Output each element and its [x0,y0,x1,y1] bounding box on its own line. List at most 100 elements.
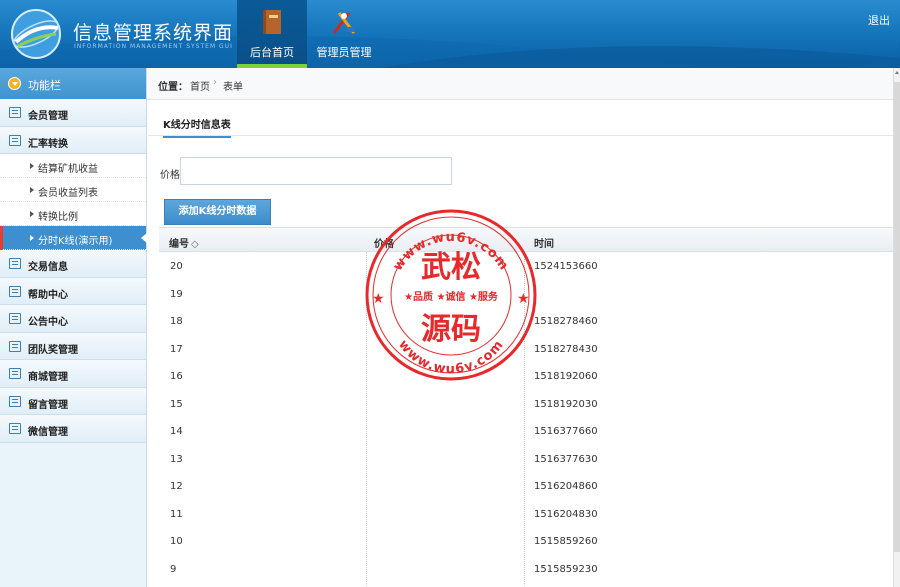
caret-right-icon [30,235,34,241]
cell-id: 16 [170,371,183,382]
sidebar-item-label: 交易信息 [28,262,68,273]
cell-time: 1516377660 [534,426,598,437]
sidebar-item-label: 微信管理 [28,427,68,438]
submenu-item-label: 结算矿机收益 [38,164,98,175]
chat-icon [9,423,21,434]
sidebar-item-label: 帮助中心 [28,289,68,301]
app-title: 信息管理系统界面 [73,22,234,44]
cell-time: 1518192030 [534,398,598,410]
column-header-id-label: 编号 [169,239,189,250]
watermark-star-left: ★ [372,291,385,307]
sidebar-item-notice[interactable]: 公告中心 [0,305,146,333]
scroll-up-icon[interactable] [895,71,899,74]
cell-id: 19 [170,288,183,300]
table-row: 10 1515859260 [159,527,893,555]
sidebar-item-label: 团队奖管理 [28,344,78,356]
watermark-name-bottom: 源码 [421,312,481,347]
cell-time: 1518192060 [534,371,598,382]
sidebar-item-exchange[interactable]: 汇率转换 [0,126,146,154]
submenu-item-label: 转换比例 [38,212,78,223]
top-header: 信息管理系统界面 INFORMATION MANAGEMENT SYSTEM G… [0,0,900,68]
cell-id: 9 [170,563,177,575]
price-label: 价格 [160,170,180,181]
sidebar-item-label: 汇率转换 [28,138,68,150]
table-row: 13 1516377630 [159,445,893,473]
table-row: 12 1516204860 [159,472,893,500]
nav-home-label: 后台首页 [250,46,294,59]
page-scrollbar[interactable] [893,68,900,587]
breadcrumb-home-link[interactable]: 首页 [190,78,210,93]
sidebar-item-label: 商城管理 [28,372,68,383]
cell-time: 1518278460 [534,316,598,327]
cell-id: 17 [170,343,183,355]
globe-logo-icon [11,9,61,59]
edit-icon [9,395,21,407]
list-icon [9,258,21,269]
top-nav: 后台首页 管理员管理 [237,0,381,68]
scrollbar-thumb[interactable] [894,82,900,552]
watermark-stamp: www.wu6v.com www.wu6v.com 武松 ★品质 ★诚信 ★服务… [365,209,537,381]
table-row: 11 1516204830 [159,500,893,528]
caret-right-icon [30,163,34,169]
book-icon [263,10,281,34]
add-kline-button[interactable]: 添加K线分时数据 [164,199,271,225]
sidebar-item-messages[interactable]: 留言管理 [0,387,146,415]
caret-right-icon [30,211,34,217]
logout-link[interactable]: 退出 [868,12,890,28]
tab-kline-table[interactable]: K线分时信息表 [163,116,231,138]
sidebar-item-label: 留言管理 [28,399,68,411]
caret-right-icon [30,187,34,193]
nav-admin-label: 管理员管理 [316,46,372,59]
edit-icon [9,285,21,297]
cell-time: 1516204860 [534,481,598,492]
submenu-item-settle[interactable]: 结算矿机收益 [0,154,146,178]
submenu-item-ratio[interactable]: 转换比例 [0,202,146,226]
cell-id: 11 [170,508,183,520]
list-icon [9,107,21,118]
submenu-item-kline[interactable]: 分时K线(演示用) [0,226,147,250]
sidebar-item-member[interactable]: 会员管理 [0,99,146,127]
table-row: 9 1515859230 [159,555,893,583]
submenu-item-income-list[interactable]: 会员收益列表 [0,178,146,202]
nav-admin[interactable]: 管理员管理 [307,0,381,68]
tab-bar: K线分时信息表 [148,112,893,138]
cell-time: 1515859230 [534,563,598,575]
sidebar-item-help[interactable]: 帮助中心 [0,277,146,305]
column-header-id[interactable]: 编号 ◇ [169,235,199,250]
app-subtitle: INFORMATION MANAGEMENT SYSTEM GUI [74,43,233,50]
submenu-item-label: 会员收益列表 [38,188,98,199]
sidebar-item-trade[interactable]: 交易信息 [0,250,146,278]
table-row: 15 1518192030 [159,390,893,418]
watermark-slogan: ★品质 ★诚信 ★服务 [404,290,499,303]
sidebar-item-mall[interactable]: 商城管理 [0,360,146,388]
nav-home[interactable]: 后台首页 [237,0,307,68]
price-input[interactable] [180,157,452,185]
breadcrumb-current: 表单 [223,82,243,93]
calendar-icon [9,340,21,352]
cell-id: 10 [170,536,183,547]
sidebar-header[interactable]: 功能栏 [0,68,146,99]
table-row: 14 1516377660 [159,417,893,445]
sidebar-item-wechat[interactable]: 微信管理 [0,415,146,443]
cell-time: 1518278430 [534,343,598,355]
breadcrumb-location-label: 位置： [158,82,188,93]
edit-icon [9,313,21,324]
chat-icon [9,134,21,146]
breadcrumb: 位置： 首页 › 表单 [148,68,893,100]
cell-time: 1516204830 [534,508,598,520]
sidebar-header-label: 功能栏 [28,79,61,92]
watermark-star-right: ★ [517,291,530,307]
cell-id: 20 [170,261,183,272]
sidebar-item-label: 会员管理 [28,111,68,122]
cell-id: 18 [170,316,183,327]
cell-time: 1516377630 [534,453,598,465]
cell-time: 1515859260 [534,536,598,547]
sidebar-item-label: 公告中心 [28,317,68,328]
tools-icon [332,12,356,34]
cell-id: 13 [170,453,183,465]
sidebar-item-team-bonus[interactable]: 团队奖管理 [0,332,146,360]
cell-id: 15 [170,398,183,410]
sort-icon: ◇ [191,239,199,250]
submenu-item-label: 分时K线(演示用) [38,236,113,247]
cell-time: 1524153660 [534,261,598,272]
